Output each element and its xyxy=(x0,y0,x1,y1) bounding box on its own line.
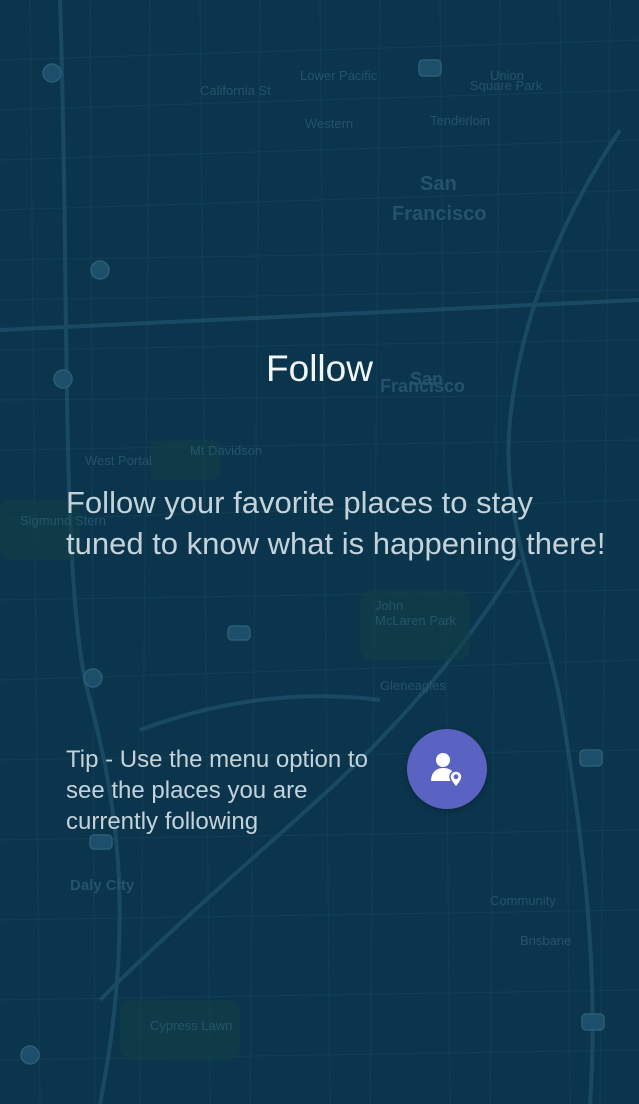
follow-menu-button[interactable] xyxy=(407,729,487,809)
person-location-icon xyxy=(431,753,463,789)
tip-text: Tip - Use the menu option to see the pla… xyxy=(66,746,368,835)
description-text: Follow your favorite places to stay tune… xyxy=(66,485,606,561)
page-title: Follow xyxy=(266,348,373,389)
